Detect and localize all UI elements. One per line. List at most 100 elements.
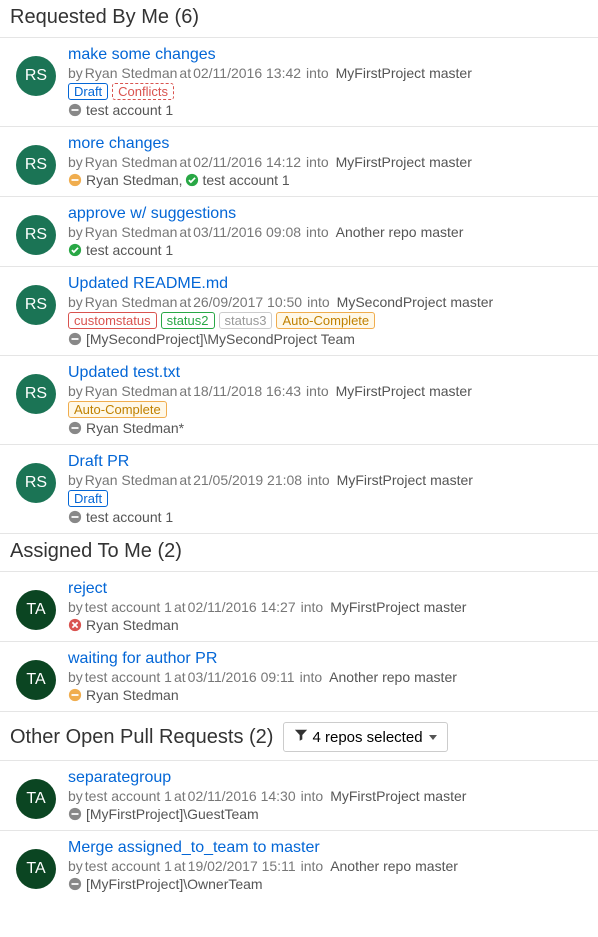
avatar: RS: [16, 215, 56, 255]
pr-repo: MyFirstProject: [336, 65, 425, 81]
status-approved-icon: [68, 243, 82, 257]
pr-title-link[interactable]: Updated README.md: [68, 275, 228, 293]
section-header-requested: Requested By Me (6): [0, 0, 598, 38]
status-novote-icon: [68, 807, 82, 821]
pr-date: 03/11/2016 09:08: [193, 224, 301, 240]
pr-item[interactable]: RS Updated test.txtby Ryan Stedman at 18/…: [0, 356, 598, 445]
avatar: RS: [16, 145, 56, 185]
into-label: into: [306, 224, 329, 240]
pr-tag: Auto-Complete: [276, 312, 375, 329]
pr-author: test account 1: [85, 858, 172, 874]
pr-meta: by Ryan Stedman at 02/11/2016 13:42intoM…: [68, 65, 588, 81]
pr-item[interactable]: TAMerge assigned_to_team to masterby tes…: [0, 831, 598, 900]
pr-author: Ryan Stedman: [85, 65, 178, 81]
pr-branch: master: [430, 472, 473, 488]
pr-repo: MyFirstProject: [337, 472, 426, 488]
pr-title-link[interactable]: approve w/ suggestions: [68, 205, 236, 223]
pr-reviewers: Ryan Stedman: [68, 687, 588, 703]
reviewer-name: test account 1: [86, 102, 173, 118]
avatar: TA: [16, 779, 56, 819]
by-label: by: [68, 383, 83, 399]
repo-filter-dropdown[interactable]: 4 repos selected: [283, 722, 447, 752]
pr-tag: Draft: [68, 83, 108, 100]
by-label: by: [68, 788, 83, 804]
pr-branch: master: [414, 669, 457, 685]
into-label: into: [306, 65, 329, 81]
pr-title-link[interactable]: more changes: [68, 135, 169, 153]
status-waiting-icon: [68, 688, 82, 702]
at-label: at: [179, 472, 191, 488]
pr-reviewers: [MySecondProject]\MySecondProject Team: [68, 331, 588, 347]
pr-title-link[interactable]: Draft PR: [68, 453, 129, 471]
pr-meta: by test account 1 at 02/11/2016 14:30int…: [68, 788, 588, 804]
pr-title-link[interactable]: reject: [68, 580, 107, 598]
pr-item[interactable]: TArejectby test account 1 at 02/11/2016 …: [0, 572, 598, 642]
pr-title-link[interactable]: Updated test.txt: [68, 364, 180, 382]
pr-repo: MyFirstProject: [336, 383, 425, 399]
pr-tags: DraftConflicts: [68, 83, 588, 100]
by-label: by: [68, 294, 83, 310]
pr-item[interactable]: RSmake some changesby Ryan Stedman at 02…: [0, 38, 598, 127]
pr-item[interactable]: RS more changesby Ryan Stedman at 02/11/2…: [0, 127, 598, 197]
pr-tag: Draft: [68, 490, 108, 507]
pr-reviewers: Ryan Stedman*: [68, 420, 588, 436]
status-novote-icon: [68, 877, 82, 891]
pr-branch: master: [424, 788, 467, 804]
avatar: RS: [16, 374, 56, 414]
at-label: at: [179, 154, 191, 170]
pr-title-link[interactable]: make some changes: [68, 46, 216, 64]
pr-author: Ryan Stedman: [85, 383, 178, 399]
avatar: TA: [16, 849, 56, 889]
reviewer-name: test account 1: [86, 509, 173, 525]
pr-branch: master: [450, 294, 493, 310]
avatar: TA: [16, 590, 56, 630]
pr-tag: status3: [219, 312, 273, 329]
into-label: into: [300, 669, 323, 685]
pr-repo: Another repo: [330, 858, 411, 874]
pr-author: Ryan Stedman: [85, 224, 178, 240]
pr-author: test account 1: [85, 788, 172, 804]
pr-date: 18/11/2018 16:43: [193, 383, 301, 399]
into-label: into: [301, 788, 324, 804]
pr-title-link[interactable]: Merge assigned_to_team to master: [68, 839, 320, 857]
pr-item[interactable]: RSapprove w/ suggestionsby Ryan Stedman …: [0, 197, 598, 267]
into-label: into: [306, 154, 329, 170]
pr-item[interactable]: TAwaiting for author PRby test account 1…: [0, 642, 598, 712]
pr-title-link[interactable]: separategroup: [68, 769, 171, 787]
at-label: at: [179, 383, 191, 399]
pr-repo: Another repo: [336, 224, 417, 240]
pr-meta: by test account 1 at 03/11/2016 09:11int…: [68, 669, 588, 685]
pr-date: 03/11/2016 09:11: [188, 669, 295, 685]
status-novote-icon: [68, 103, 82, 117]
pr-repo: MySecondProject: [337, 294, 447, 310]
pr-branch: master: [415, 858, 458, 874]
pr-reviewers: test account 1: [68, 102, 588, 118]
reviewer-name: Ryan Stedman: [86, 617, 179, 633]
into-label: into: [301, 858, 324, 874]
reviewer-name: [MySecondProject]\MySecondProject Team: [86, 331, 355, 347]
at-label: at: [179, 294, 191, 310]
pr-item[interactable]: TA separategroupby test account 1 at 02/1…: [0, 761, 598, 831]
pr-date: 21/05/2019 21:08: [193, 472, 302, 488]
pr-branch: master: [429, 65, 472, 81]
pr-reviewers: Ryan Stedman: [68, 617, 588, 633]
pr-item[interactable]: RSUpdated README.mdby Ryan Stedman at 26…: [0, 267, 598, 356]
pr-tag: status2: [161, 312, 215, 329]
avatar: RS: [16, 285, 56, 325]
pr-reviewers: test account 1: [68, 242, 588, 258]
pr-date: 26/09/2017 10:50: [193, 294, 302, 310]
status-novote-icon: [68, 510, 82, 524]
by-label: by: [68, 154, 83, 170]
pr-reviewers: test account 1: [68, 509, 588, 525]
at-label: at: [179, 224, 191, 240]
pr-title-link[interactable]: waiting for author PR: [68, 650, 217, 668]
pr-date: 02/11/2016 14:30: [188, 788, 296, 804]
pr-author: Ryan Stedman: [85, 472, 178, 488]
pr-branch: master: [429, 383, 472, 399]
pr-repo: Another repo: [329, 669, 410, 685]
pr-tag: Auto-Complete: [68, 401, 167, 418]
pr-meta: by Ryan Stedman at 02/11/2016 14:12intoM…: [68, 154, 588, 170]
into-label: into: [301, 599, 324, 615]
pr-item[interactable]: RSDraft PRby Ryan Stedman at 21/05/2019 …: [0, 445, 598, 534]
by-label: by: [68, 65, 83, 81]
